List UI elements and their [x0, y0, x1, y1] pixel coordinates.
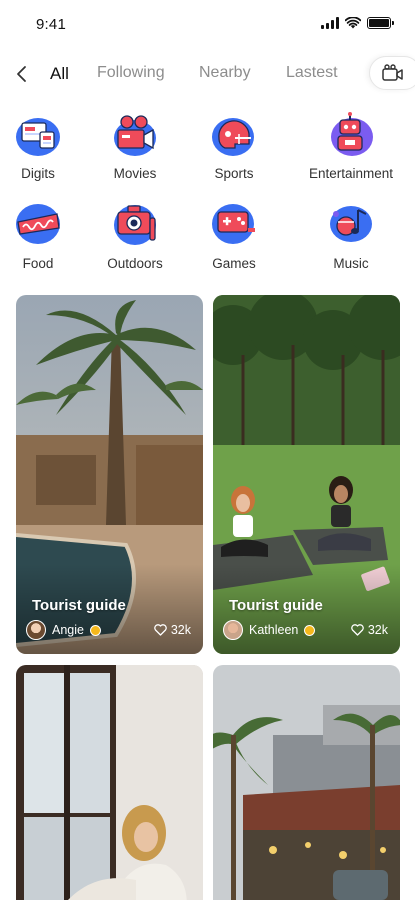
battery-icon [367, 17, 394, 29]
category-games[interactable]: Games [184, 200, 284, 271]
tab-following[interactable]: Following [97, 64, 165, 82]
robot-icon [326, 110, 376, 160]
feed-card[interactable]: Tourist guide Angie 32k [16, 295, 203, 654]
author-name: Kathleen [249, 623, 299, 637]
tab-nearby[interactable]: Nearby [199, 64, 251, 82]
feed-tabs: All Following Nearby Lastest [0, 50, 415, 98]
feed-card[interactable]: Tourist guide Kathleen 32k [213, 295, 400, 654]
gamepad-icon [209, 200, 259, 250]
status-icons [321, 17, 394, 29]
heart-icon [154, 624, 167, 636]
avatar [26, 620, 46, 640]
category-label: Games [212, 256, 256, 271]
author-name: Angie [52, 623, 84, 637]
likes-value: 32k [367, 623, 388, 637]
category-label: Sports [214, 166, 254, 181]
back-button[interactable] [10, 62, 32, 86]
tab-lastest[interactable]: Lastest [286, 64, 338, 82]
category-music[interactable]: Music [301, 200, 401, 271]
likes-value: 32k [170, 623, 191, 637]
category-entertainment[interactable]: Entertainment [301, 110, 401, 181]
like-count[interactable]: 32k [351, 623, 388, 637]
category-label: Outdoors [107, 256, 163, 271]
card-title: Tourist guide [229, 597, 323, 614]
category-label: Entertainment [308, 166, 394, 181]
avatar [223, 620, 243, 640]
video-camera-icon [382, 64, 403, 81]
movie-camera-icon [110, 110, 160, 160]
feed-card[interactable] [213, 665, 400, 900]
food-icon [13, 200, 63, 250]
cellular-signal-icon [321, 17, 339, 29]
status-time: 9:41 [36, 16, 66, 33]
category-outdoors[interactable]: Outdoors [85, 200, 185, 271]
helmet-icon [209, 110, 259, 160]
card-photo [213, 665, 400, 900]
card-photo [16, 665, 203, 900]
feed-card[interactable] [16, 665, 203, 900]
category-label: Digits [21, 166, 55, 181]
category-digits[interactable]: Digits [0, 110, 88, 181]
like-count[interactable]: 32k [154, 623, 191, 637]
card-author[interactable]: Angie [26, 620, 101, 640]
heart-icon [351, 624, 364, 636]
status-bar: 9:41 [0, 0, 415, 50]
record-video-button[interactable] [369, 56, 415, 90]
category-food[interactable]: Food [0, 200, 88, 271]
verified-badge-icon [304, 624, 316, 636]
category-movies[interactable]: Movies [85, 110, 185, 181]
wifi-icon [345, 17, 361, 29]
music-icon [326, 200, 376, 250]
card-author[interactable]: Kathleen [223, 620, 316, 640]
card-title: Tourist guide [32, 597, 126, 614]
tab-all[interactable]: All [50, 64, 69, 84]
category-label: Music [333, 256, 369, 271]
outdoor-camera-icon [110, 200, 160, 250]
category-label: Movies [113, 166, 157, 181]
category-sports[interactable]: Sports [184, 110, 284, 181]
category-label: Food [22, 256, 54, 271]
digits-icon [13, 110, 63, 160]
verified-badge-icon [89, 624, 101, 636]
chevron-left-icon [17, 66, 26, 82]
